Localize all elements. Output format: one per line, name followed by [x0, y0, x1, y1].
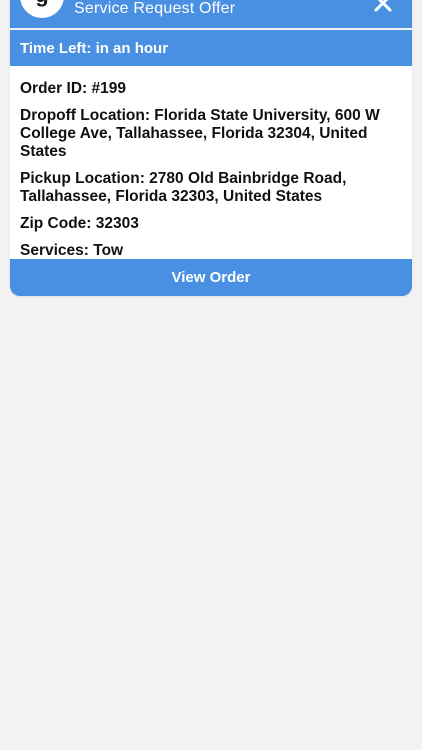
order-details: Order ID: #199 Dropoff Location: Florida… [10, 66, 412, 259]
service-request-card: g Service Request Offer Time Left: in an… [10, 0, 412, 296]
header-title: Service Request Offer [74, 0, 236, 17]
pickup-location: Pickup Location: 2780 Old Bainbridge Roa… [20, 170, 347, 205]
view-order-button[interactable]: View Order [10, 259, 412, 296]
dropoff-location: Dropoff Location: Florida State Universi… [20, 107, 380, 160]
services: Services: Tow [20, 242, 124, 259]
close-icon [374, 0, 392, 12]
card-header: g Service Request Offer [10, 0, 412, 28]
avatar: g [20, 0, 64, 18]
zip-code: Zip Code: 32303 [20, 215, 139, 232]
order-id: Order ID: #199 [20, 80, 126, 97]
time-left-bar: Time Left: in an hour [10, 30, 412, 66]
time-left-text: Time Left: in an hour [20, 39, 169, 57]
close-button[interactable] [372, 0, 394, 14]
avatar-glyph: g [35, 0, 48, 6]
